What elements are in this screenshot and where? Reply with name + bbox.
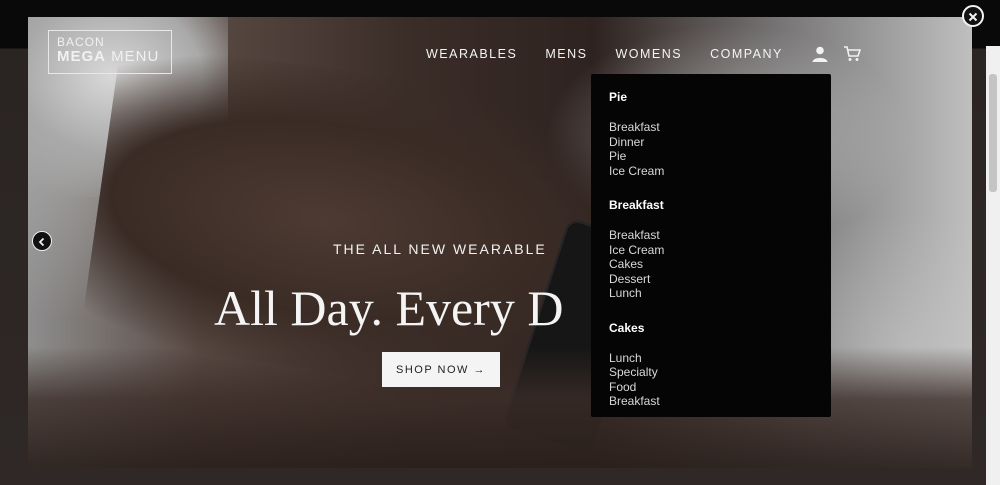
menu-section-title: Breakfast [609,198,664,212]
menu-section: Cakes Lunch Specialty Food Breakfast [609,321,813,409]
logo-bold-word: MEGA [57,48,106,65]
menu-item[interactable]: Breakfast [609,120,813,135]
hero-slider: BACON MEGA MENU WEARABLES MENS WOMENS CO… [28,17,972,468]
logo-line-2: MEGA MENU [57,48,171,65]
nav-item-mens[interactable]: MENS [545,47,587,61]
menu-item[interactable]: Food [609,380,813,395]
slider-prev-button[interactable] [32,231,52,251]
menu-item[interactable]: Cakes [609,257,813,272]
menu-item[interactable]: Dessert [609,272,813,287]
main-nav: WEARABLES MENS WOMENS COMPANY [426,45,875,63]
menu-section-title: Cakes [609,320,645,335]
nav-item-womens[interactable]: WOMENS [615,47,682,61]
menu-item[interactable]: Specialty [609,365,813,380]
menu-item[interactable]: Lunch [609,351,813,366]
mega-menu-dropdown: Pie Breakfast Dinner Pie Ice Cream Break… [591,74,831,417]
menu-item[interactable]: Pie [609,149,813,164]
chevron-left-icon [37,232,47,251]
nav-item-wearables[interactable]: WEARABLES [426,47,517,61]
logo-rest-word: MENU [111,48,160,65]
logo-line-1: BACON [57,35,105,49]
close-icon [968,7,978,26]
shop-now-button[interactable]: SHOP NOW → [382,352,500,387]
close-button[interactable] [962,5,984,27]
menu-item[interactable]: Lunch [609,286,813,301]
menu-section: Breakfast Breakfast Ice Cream Cakes Dess… [609,198,813,301]
page-scrollbar[interactable] [986,46,1000,485]
menu-item[interactable]: Ice Cream [609,164,813,179]
menu-item[interactable]: Dinner [609,135,813,150]
menu-section-title: Pie [609,90,628,104]
nav-item-company[interactable]: COMPANY [710,47,783,61]
menu-item[interactable]: Breakfast [609,394,813,409]
cart-icon[interactable] [843,45,861,63]
hero-title: All Day. Every D [214,280,564,336]
brand-logo[interactable]: BACON MEGA MENU [48,30,172,74]
scrollbar-thumb[interactable] [989,74,997,192]
menu-item[interactable]: Ice Cream [609,243,813,258]
menu-item[interactable]: Breakfast [609,228,813,243]
user-icon[interactable] [811,45,829,63]
hero-subtitle: THE ALL NEW WEARABLE [333,241,547,257]
menu-section: Pie Breakfast Dinner Pie Ice Cream [609,90,813,178]
